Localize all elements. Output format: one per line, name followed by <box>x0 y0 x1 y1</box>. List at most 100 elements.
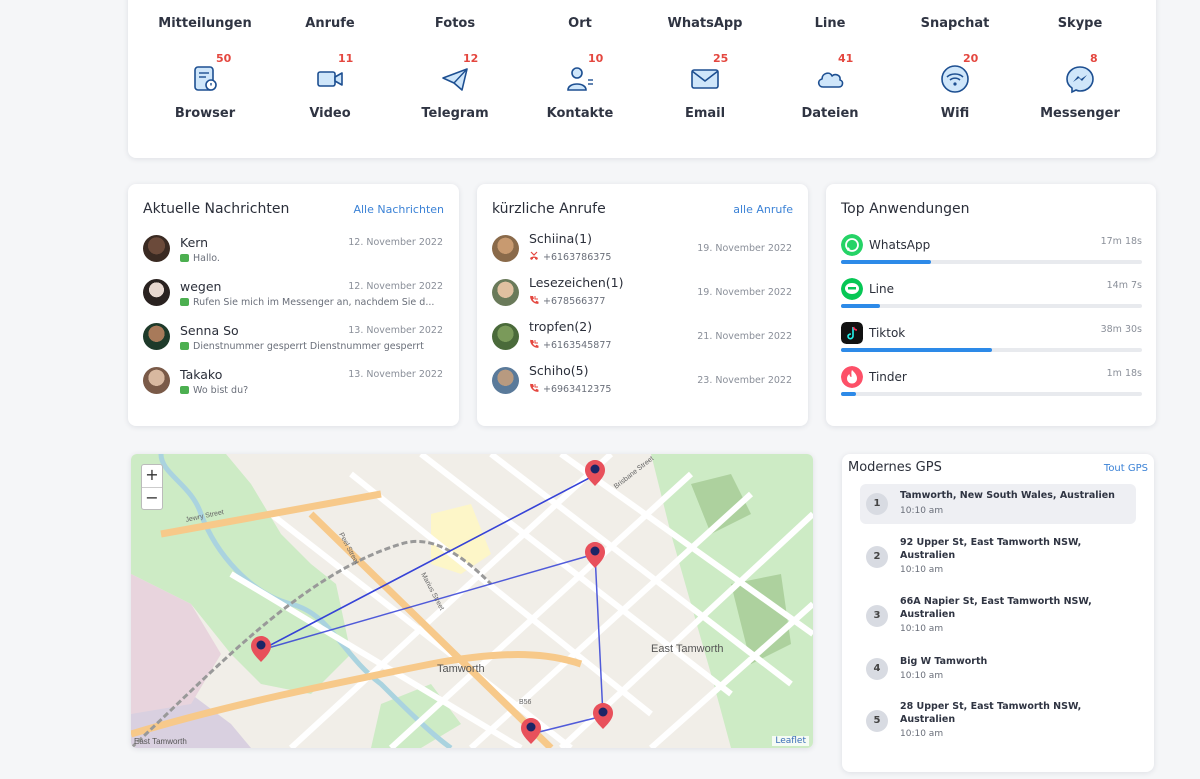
message-preview: Hallo. <box>180 253 442 264</box>
all-calls-link[interactable]: alle Anrufe <box>733 203 793 216</box>
app-time: 38m 30s <box>1100 324 1142 335</box>
app-time: 1m 18s <box>1106 368 1142 379</box>
category-label-mitteilungen[interactable]: Mitteilungen <box>143 16 267 31</box>
app-usage-item[interactable]: WhatsApp 17m 18s <box>841 234 1142 274</box>
avatar <box>143 279 170 306</box>
panel-title: Top Anwendungen <box>841 201 970 217</box>
gps-location-item[interactable]: 5 28 Upper St, East Tamworth NSW, Austra… <box>860 700 1136 750</box>
caller-name: Lesezeichen(1) <box>529 275 624 290</box>
avatar <box>492 323 519 350</box>
category-label-snapchat[interactable]: Snapchat <box>893 16 1017 31</box>
message-sender: Kern <box>180 235 209 250</box>
zoom-in-button[interactable]: + <box>142 465 162 487</box>
gps-panel: Modernes GPS Tout GPS 1 Tamworth, New So… <box>842 454 1154 772</box>
panel-title: kürzliche Anrufe <box>492 201 606 217</box>
app-usage-item[interactable]: Tinder 1m 18s <box>841 366 1142 406</box>
browser-icon <box>194 66 217 91</box>
category-wifi[interactable]: 20 Wifi <box>893 46 1017 126</box>
gps-address: 28 Upper St, East Tamworth NSW, Australi… <box>900 701 1082 725</box>
video-icon <box>317 71 343 87</box>
category-label-ort[interactable]: Ort <box>518 16 642 31</box>
call-item[interactable]: Schiho(5) 23. November 2022 +6963412375 <box>492 363 792 403</box>
gps-location-item[interactable]: 4 Big W Tamworth 10:10 am <box>860 653 1136 689</box>
telegram-icon <box>442 68 468 91</box>
caller-name: Schiho(5) <box>529 363 589 378</box>
category-browser[interactable]: 50 Browser <box>143 46 267 126</box>
call-number-text: +678566377 <box>543 296 606 307</box>
zoom-out-button[interactable]: − <box>142 487 162 509</box>
message-item[interactable]: Senna So 13. November 2022 Dienstnummer … <box>143 323 443 363</box>
message-preview: Rufen Sie mich im Messenger an, nachdem … <box>180 297 442 308</box>
category-video[interactable]: 11 Video <box>268 46 392 126</box>
message-text: Hallo. <box>193 253 220 264</box>
all-messages-link[interactable]: Alle Nachrichten <box>353 203 444 216</box>
app-usage-item[interactable]: Tiktok 38m 30s <box>841 322 1142 362</box>
call-number: +678566377 <box>529 295 791 307</box>
app-time: 14m 7s <box>1106 280 1142 291</box>
avatar <box>143 367 170 394</box>
category-label-anrufe[interactable]: Anrufe <box>268 16 392 31</box>
map-label: East Tamworth <box>651 643 724 655</box>
gps-location-item[interactable]: 2 92 Upper St, East Tamworth NSW, Austra… <box>860 534 1136 584</box>
map-canvas[interactable]: Tamworth East Tamworth East Tamworth Pee… <box>131 454 813 748</box>
call-number: +6963412375 <box>529 383 791 395</box>
message-date: 13. November 2022 <box>348 369 443 380</box>
call-number-text: +6163786375 <box>543 252 612 263</box>
all-gps-link[interactable]: Tout GPS <box>1104 463 1148 474</box>
avatar <box>492 235 519 262</box>
call-number-text: +6963412375 <box>543 384 612 395</box>
app-time: 17m 18s <box>1100 236 1142 247</box>
wifi-label: Wifi <box>940 106 970 121</box>
app-name: Tinder <box>869 370 907 384</box>
gps-index: 3 <box>866 605 888 627</box>
message-bubble-icon <box>180 386 189 394</box>
gps-index: 4 <box>866 658 888 680</box>
category-label-line[interactable]: Line <box>768 16 892 31</box>
email-label: Email <box>684 106 726 121</box>
call-item[interactable]: tropfen(2) 21. November 2022 +6163545877 <box>492 319 792 359</box>
usage-bar <box>841 304 1142 308</box>
top-apps-panel: Top Anwendungen WhatsApp 17m 18s Line 14… <box>826 184 1156 426</box>
message-item[interactable]: Takako 13. November 2022 Wo bist du? <box>143 367 443 407</box>
browser-label: Browser <box>174 106 236 121</box>
category-kontakte[interactable]: 10 Kontakte <box>518 46 642 126</box>
category-label-whatsapp[interactable]: WhatsApp <box>643 16 767 31</box>
message-sender: Senna So <box>180 323 239 338</box>
cloud-files-icon <box>817 72 844 88</box>
category-telegram[interactable]: 12 Telegram <box>393 46 517 126</box>
message-date: 13. November 2022 <box>348 325 443 336</box>
message-bubble-icon <box>180 342 189 350</box>
category-label-skype[interactable]: Skype <box>1018 16 1142 31</box>
message-date: 12. November 2022 <box>348 281 443 292</box>
call-item[interactable]: Schiina(1) 19. November 2022 +6163786375 <box>492 231 792 271</box>
map-label: Tamworth <box>437 663 485 675</box>
message-sender: Takako <box>180 367 223 382</box>
incoming-call-icon <box>530 339 539 348</box>
whatsapp-icon <box>841 234 863 256</box>
category-email[interactable]: 25 Email <box>643 46 767 126</box>
gps-location-item[interactable]: 1 Tamworth, New South Wales, Australien … <box>860 484 1136 524</box>
avatar <box>143 323 170 350</box>
zoom-control: + − <box>141 464 163 510</box>
gps-index: 5 <box>866 710 888 732</box>
map-attribution[interactable]: Leaflet <box>772 736 809 746</box>
app-usage-item[interactable]: Line 14m 7s <box>841 278 1142 318</box>
missed-call-icon <box>530 251 538 260</box>
gps-map[interactable]: Tamworth East Tamworth East Tamworth Pee… <box>131 454 813 748</box>
category-card: Mitteilungen Anrufe Fotos Ort WhatsApp L… <box>128 0 1156 158</box>
message-date: 12. November 2022 <box>348 237 443 248</box>
message-item[interactable]: Kern 12. November 2022 Hallo. <box>143 235 443 275</box>
gps-location-item[interactable]: 3 66A Napier St, East Tamworth NSW, Aust… <box>860 593 1136 643</box>
category-label-fotos[interactable]: Fotos <box>393 16 517 31</box>
usage-bar-fill <box>841 348 992 352</box>
tinder-icon <box>841 366 863 388</box>
message-item[interactable]: wegen 12. November 2022 Rufen Sie mich i… <box>143 279 443 319</box>
category-messenger[interactable]: 8 Messenger <box>1018 46 1142 126</box>
call-item[interactable]: Lesezeichen(1) 19. November 2022 +678566… <box>492 275 792 315</box>
gps-address: 92 Upper St, East Tamworth NSW, Australi… <box>900 537 1082 561</box>
avatar <box>492 279 519 306</box>
usage-bar-fill <box>841 304 881 308</box>
tiktok-icon <box>841 322 863 344</box>
panel-title: Modernes GPS <box>848 460 942 475</box>
category-dateien[interactable]: 41 Dateien <box>768 46 892 126</box>
